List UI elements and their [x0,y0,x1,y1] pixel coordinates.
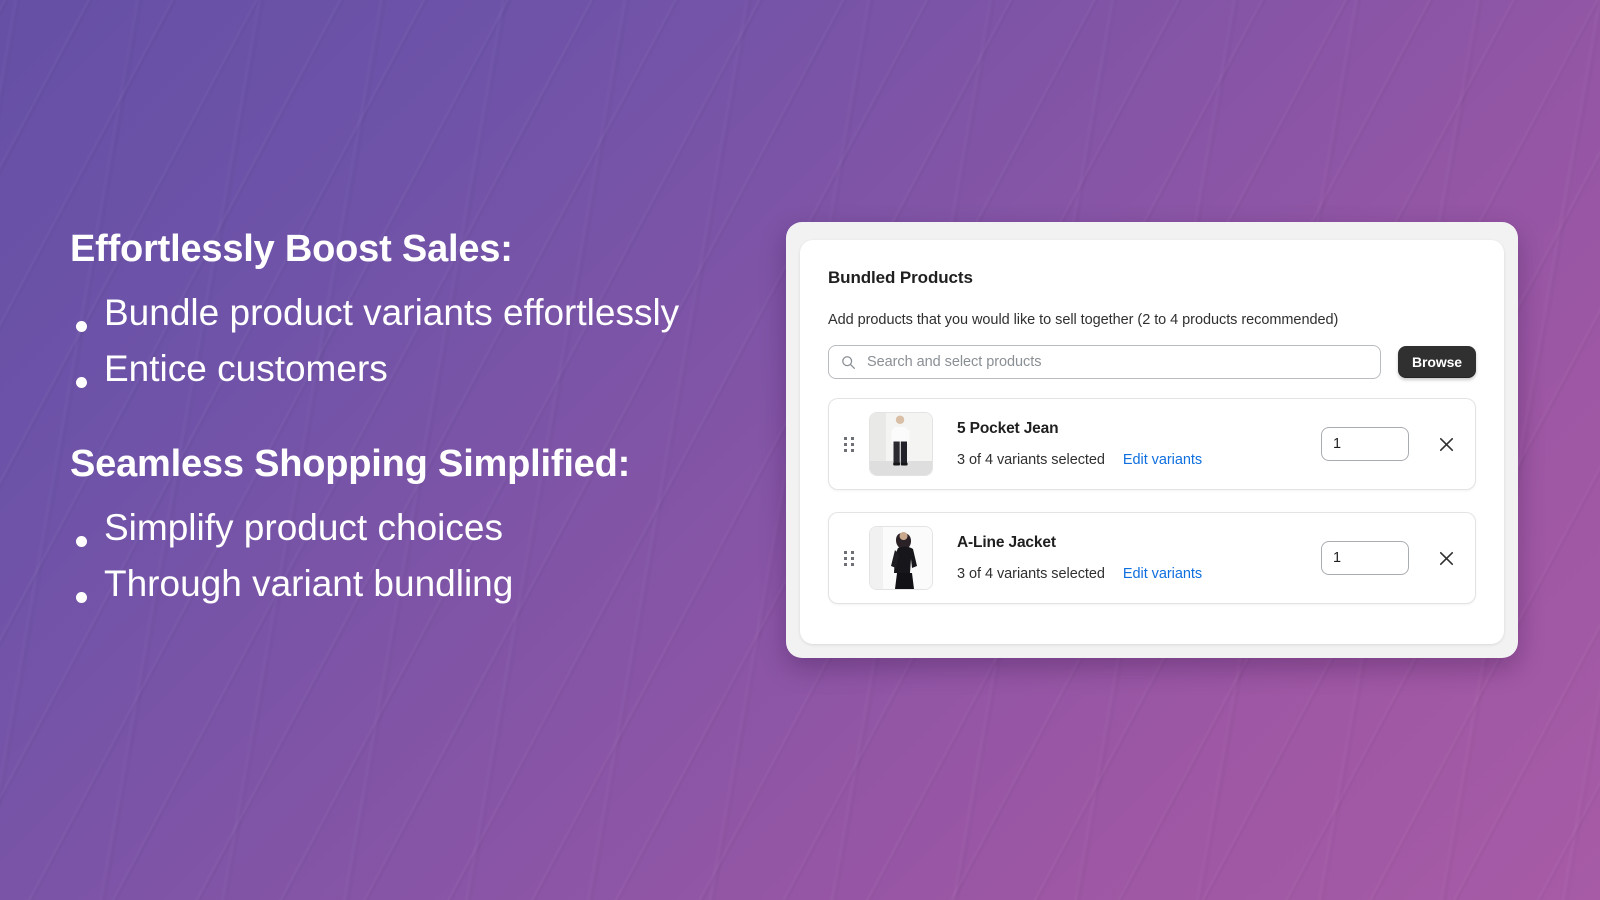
bullet-text: Entice customers [104,347,388,389]
card-title: Bundled Products [828,268,973,287]
quantity-input[interactable] [1321,541,1409,575]
variants-selected-text: 3 of 4 variants selected [957,566,1105,582]
search-input[interactable]: Search and select products [828,345,1382,379]
man-in-white-tshirt-and-dark-jeans-image [870,413,932,475]
drag-handle-icon[interactable] [829,550,869,566]
drag-handle-icon[interactable] [829,436,869,452]
bullet-text: Simplify product choices [104,506,503,548]
bullet-dot-icon [76,320,87,332]
app-window-shell: Bundled Products Add products that you w… [786,222,1518,658]
product-row[interactable]: A-Line Jacket 3 of 4 variants selected E… [828,512,1476,604]
bullet-item: Bundle product variants effortlessly [70,285,790,341]
product-thumbnail [869,526,933,590]
variants-selected-text: 3 of 4 variants selected [957,452,1105,468]
close-icon [1439,437,1453,451]
product-list: 5 Pocket Jean 3 of 4 variants selected E… [828,398,1476,604]
search-placeholder: Search and select products [867,354,1042,370]
bullet-list-2: Simplify product choices Through variant… [70,500,790,612]
product-name: A-Line Jacket [957,534,1056,551]
marketing-block-1: Effortlessly Boost Sales: Bundle product… [70,228,790,397]
marketing-block-2: Seamless Shopping Simplified: Simplify p… [70,443,790,612]
search-row: Search and select products Browse [828,345,1476,379]
bullet-dot-icon [76,535,87,547]
edit-variants-link[interactable]: Edit variants [1123,452,1202,468]
bullet-item: Entice customers [70,341,790,397]
promo-banner: Effortlessly Boost Sales: Bundle product… [0,0,1600,900]
woman-in-black-a-line-jacket-image [870,527,932,589]
product-thumbnail [869,412,933,476]
bullet-text: Bundle product variants effortlessly [104,291,680,333]
product-name: 5 Pocket Jean [957,420,1059,437]
product-info: A-Line Jacket 3 of 4 variants selected E… [933,534,1321,582]
search-icon [842,355,855,369]
product-row[interactable]: 5 Pocket Jean 3 of 4 variants selected E… [828,398,1476,490]
headline-primary: Effortlessly Boost Sales: [70,228,513,270]
quantity-input[interactable] [1321,427,1409,461]
marketing-copy: Effortlessly Boost Sales: Bundle product… [70,228,790,612]
bullet-text: Through variant bundling [104,562,514,604]
bundled-products-card: Bundled Products Add products that you w… [800,240,1504,644]
product-info: 5 Pocket Jean 3 of 4 variants selected E… [933,420,1321,468]
headline-secondary: Seamless Shopping Simplified: [70,443,631,486]
close-icon [1439,551,1453,565]
bullet-dot-icon [76,591,87,603]
browse-button[interactable]: Browse [1398,346,1476,378]
edit-variants-link[interactable]: Edit variants [1123,566,1202,582]
bullet-dot-icon [76,376,87,388]
bullet-list-1: Bundle product variants effortlessly Ent… [70,285,790,397]
remove-product-button[interactable] [1423,421,1469,467]
card-subtitle: Add products that you would like to sell… [828,312,1339,328]
bullet-item: Through variant bundling [70,556,790,612]
bullet-item: Simplify product choices [70,500,790,556]
remove-product-button[interactable] [1423,535,1469,581]
